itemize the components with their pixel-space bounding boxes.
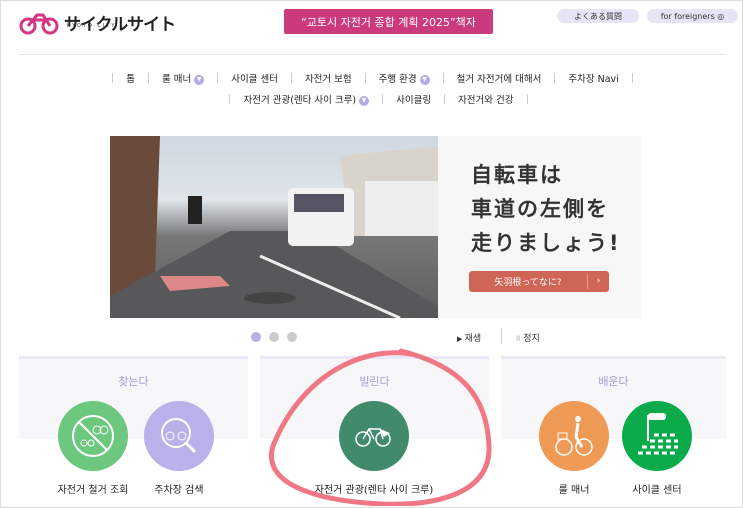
nav-item-label: 주행 환경 (378, 74, 417, 85)
nav-item-label: 사이클 센터 (231, 74, 278, 85)
slide-dot-3[interactable] (287, 332, 297, 342)
nav-item[interactable]: 사이클 센터 (231, 71, 278, 85)
hand-drawn-highlight-circle (268, 348, 492, 506)
nav-separator (147, 73, 149, 83)
dropdown-icon: ▼ (419, 74, 430, 85)
parking-search-link[interactable]: 주차장 검색 (139, 401, 219, 496)
street-photo (110, 136, 438, 318)
nav-separator (382, 94, 384, 104)
nav-item-label: 철거 자전거에 대해서 (456, 74, 542, 85)
dropdown-icon: ▼ (359, 95, 370, 106)
card-title: 배운다 (598, 375, 629, 388)
nav-separator (217, 73, 219, 83)
catch-line: 車道の左側を (471, 197, 609, 221)
item-label: 주차장 검색 (154, 485, 204, 496)
nav-item-label: 주차장 Navi (568, 74, 619, 85)
cycle-center-link[interactable]: 사이클 센터 (617, 401, 697, 496)
nav-item[interactable]: 룰 매너 ▼ (161, 71, 205, 85)
nav-separator (364, 73, 366, 83)
nav-separator (444, 94, 446, 104)
nav-item-label: 룰 매너 (161, 74, 192, 85)
nav-item-label: 자전거와 건강 (458, 95, 514, 106)
hero-slider[interactable]: 自転車は 車道の左側を 走りましょう! 矢羽根ってなに? › (110, 136, 641, 318)
nav-item-label: 사이클링 (396, 95, 432, 106)
nav-item[interactable]: 자전거 보험 (305, 71, 352, 85)
nav-item[interactable]: 주행 환경 ▼ (379, 71, 430, 85)
plan-2025-banner[interactable]: “교토시 자전거 종합 계획 2025”책자 (284, 9, 493, 34)
catch-line: 自転車は (471, 163, 563, 187)
item-label: 자전거 철거 조회 (57, 485, 129, 496)
removed-bicycle-search-link[interactable]: 자전거 철거 조회 (53, 401, 133, 496)
nav-item-label: 자전거 관광(렌타 사이 크루) (243, 95, 357, 106)
nav-item[interactable]: 주차장 Navi (568, 71, 618, 85)
no-bicycle-icon (58, 401, 128, 471)
item-label: 룰 매너 (558, 485, 590, 496)
arrow-marks-info-button[interactable]: 矢羽根ってなに? › (469, 271, 609, 292)
item-label: 사이클 센터 (632, 485, 682, 496)
hero-catchphrase: 自転車は 車道の左側を 走りましょう! (471, 158, 621, 260)
faq-button[interactable]: よくある質問 (557, 9, 639, 23)
nav-separator (290, 73, 292, 83)
nav-item[interactable]: 사이클링 (396, 92, 431, 106)
play-button[interactable]: ▶ 재생 (457, 331, 481, 344)
control-divider (501, 328, 502, 344)
main-nav-row-1: 톱룰 매너 ▼ 사이클 센터 자전거 보험 주행 환경 ▼ 철거 자전거에 대해서 주차장 N… (1, 71, 743, 85)
slide-dot-2[interactable] (269, 332, 279, 342)
search-bicycle-icon (144, 401, 214, 471)
nav-item[interactable]: 톱 (126, 71, 135, 85)
stop-label: 정지 (523, 334, 540, 344)
logo-subtext: KYOTO·CITY (67, 23, 117, 29)
cyclist-icon (539, 401, 609, 471)
nav-item[interactable]: 자전거 관광(렌타 사이 크루) ▼ (243, 92, 370, 106)
slide-dot-1[interactable] (251, 332, 261, 342)
stop-button[interactable]: ॥ 정지 (515, 331, 540, 344)
nav-separator (526, 94, 528, 104)
main-nav-row-2: 자전거 관광(렌타 사이 크루) ▼ 사이클링 자전거와 건강 (1, 92, 743, 106)
play-icon: ▶ (457, 335, 465, 343)
catch-line: 走りましょう! (471, 231, 621, 255)
card-title: 찾는다 (118, 375, 149, 388)
header-divider (19, 54, 726, 55)
nav-item-label: 자전거 보험 (304, 74, 352, 85)
nav-separator (442, 73, 444, 83)
card-find: 찾는다 자전거 철거 조회 주차장 검색 (19, 356, 248, 506)
dropdown-icon: ▼ (194, 74, 205, 85)
nav-item[interactable]: 철거 자전거에 대해서 (457, 71, 542, 85)
nav-separator (631, 73, 633, 83)
chevron-right-icon: › (587, 274, 609, 289)
bicycle-logo-icon (19, 13, 59, 34)
card-learn: 배운다 룰 매너 사이클 센터 (501, 356, 726, 506)
nav-separator (554, 73, 556, 83)
rule-manner-link[interactable]: 룰 매너 (534, 401, 614, 496)
play-label: 재생 (464, 334, 482, 344)
foreigners-button[interactable]: for foreigners ◎ (647, 9, 738, 23)
nav-item-label: 톱 (126, 74, 135, 85)
button-label: 矢羽根ってなに? (494, 278, 562, 288)
nav-item[interactable]: 자전거와 건강 (458, 92, 513, 106)
traffic-crossing-icon (622, 401, 692, 471)
